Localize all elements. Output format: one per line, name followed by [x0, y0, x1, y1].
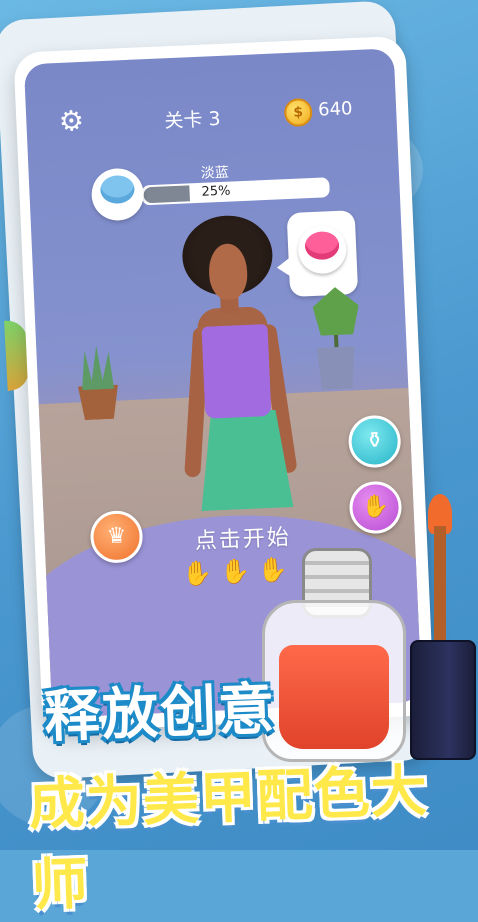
brush-neck	[434, 526, 446, 642]
promo-headline-2: 成为美甲配色大师	[27, 758, 429, 919]
level-label: 关卡 3	[164, 107, 222, 133]
hand-icon: ✋	[181, 558, 213, 588]
top-bar: ⚙ 关卡 3 $ 640	[26, 92, 397, 144]
plant-pot-right	[317, 346, 357, 390]
brush-handle	[410, 640, 476, 760]
gear-icon[interactable]: ⚙	[56, 104, 87, 138]
progress-bar: 25%	[141, 177, 330, 206]
polish-liquid	[279, 645, 389, 749]
requested-polish-cap	[297, 224, 348, 275]
progress-text: 25%	[201, 183, 231, 200]
hand-icon: ✋	[219, 557, 251, 587]
promo-headline-1: 释放创意	[43, 676, 278, 751]
armchair-icon: ♛	[106, 523, 127, 550]
target-color-name: 淡蓝	[200, 164, 230, 182]
character-top	[201, 324, 272, 419]
coin-icon: $	[283, 97, 313, 128]
polish-bottle	[262, 600, 406, 762]
coin-count: 640	[317, 98, 353, 121]
hand-icon: ✋	[257, 555, 289, 585]
nail-polish-icon: ⚱	[364, 428, 385, 454]
request-bubble	[286, 210, 359, 298]
target-polish-cap	[90, 167, 145, 222]
tap-to-start[interactable]: 点击开始	[194, 519, 291, 555]
nail-icon: ✋	[361, 493, 390, 521]
plant-left	[76, 345, 118, 391]
progress-fill	[143, 185, 190, 204]
